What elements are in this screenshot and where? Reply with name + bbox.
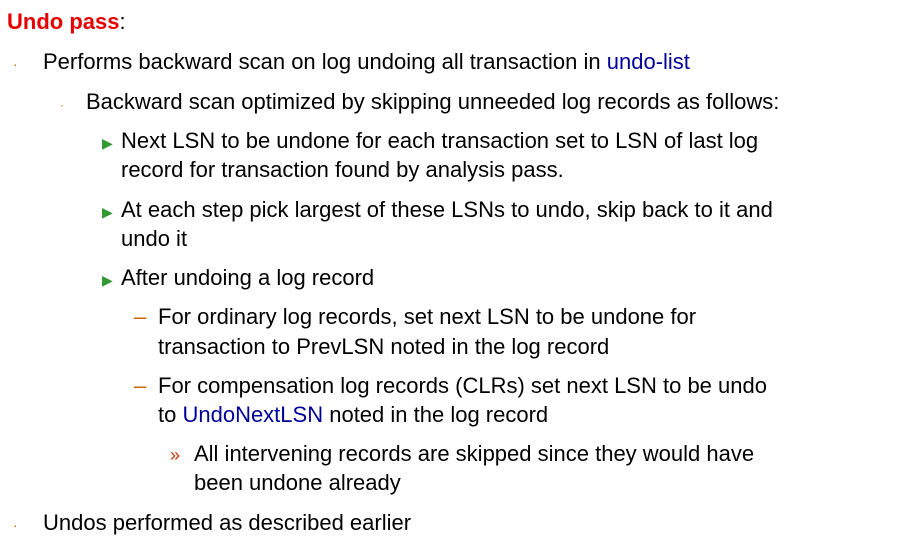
bullet-intervening-line1: All intervening records are skipped sinc… bbox=[194, 439, 754, 469]
bullet-text: record for transaction found by analysis… bbox=[121, 157, 564, 182]
bullet-at-each-step-line1: At each step pick largest of these LSNs … bbox=[121, 195, 773, 225]
bullet-after-undoing: After undoing a log record bbox=[121, 263, 374, 293]
bullet-level5-marker: » bbox=[170, 439, 180, 470]
bullet-level1-marker: · bbox=[13, 508, 18, 540]
bullet-text: After undoing a log record bbox=[121, 265, 375, 290]
bullet-next-lsn-line1: Next LSN to be undone for each transacti… bbox=[121, 126, 758, 156]
triangle-right-icon: ▶ bbox=[102, 272, 113, 288]
bullet-level1-marker: · bbox=[13, 47, 18, 79]
bullet-ordinary-line1: For ordinary log records, set next LSN t… bbox=[158, 302, 696, 332]
double-chevron-right-icon: » bbox=[170, 445, 181, 465]
bullet-compensation-line1: For compensation log records (CLRs) set … bbox=[158, 371, 767, 401]
bullet-text: At each step pick largest of these LSNs … bbox=[121, 197, 773, 222]
bullet-text: noted in the log record bbox=[323, 402, 549, 427]
triangle-right-icon: ▶ bbox=[102, 135, 113, 151]
bullet-level2-marker: · bbox=[60, 87, 64, 120]
bullet-text: For ordinary log records, set next LSN t… bbox=[158, 304, 697, 329]
bullet-next-lsn-line2: record for transaction found by analysis… bbox=[121, 155, 564, 185]
bullet-text: For compensation log records (CLRs) set … bbox=[158, 373, 767, 398]
bullet-dot-icon: · bbox=[60, 98, 64, 112]
dash-icon: – bbox=[134, 373, 147, 398]
bullet-backward-scan-optimized: Backward scan optimized by skipping unne… bbox=[86, 87, 779, 117]
bullet-text: to bbox=[158, 402, 183, 427]
bullet-level3-marker: ▶ bbox=[102, 263, 113, 295]
bullet-text: transaction to PrevLSN noted in the log … bbox=[158, 334, 610, 359]
bullet-level3-marker: ▶ bbox=[102, 126, 113, 158]
bullet-undos-performed: Undos performed as described earlier bbox=[43, 508, 411, 538]
bullet-text: Performs backward scan on log undoing al… bbox=[43, 49, 607, 74]
bullet-text: undo it bbox=[121, 226, 188, 251]
bullet-intervening-line2: been undone already bbox=[194, 468, 401, 498]
slide-title: Undo pass: bbox=[7, 7, 126, 37]
dash-icon: – bbox=[134, 304, 147, 329]
bullet-performs-backward-scan: Performs backward scan on log undoing al… bbox=[43, 47, 690, 77]
bullet-text: All intervening records are skipped sinc… bbox=[194, 441, 755, 466]
bullet-dot-icon: · bbox=[13, 56, 18, 72]
undo-next-lsn-link: UndoNextLSN bbox=[182, 402, 324, 427]
bullet-level4-marker: – bbox=[134, 371, 146, 401]
bullet-dot-icon: · bbox=[13, 517, 18, 533]
bullet-level3-marker: ▶ bbox=[102, 195, 113, 227]
bullet-level4-marker: – bbox=[134, 302, 146, 332]
title-label: Undo pass bbox=[7, 9, 120, 34]
title-colon: : bbox=[119, 9, 126, 34]
bullet-text: Next LSN to be undone for each transacti… bbox=[121, 128, 759, 153]
bullet-compensation-line2: to UndoNextLSN noted in the log record bbox=[158, 400, 548, 430]
bullet-text: Undos performed as described earlier bbox=[43, 510, 412, 535]
bullet-text: been undone already bbox=[194, 470, 401, 495]
bullet-text: Backward scan optimized by skipping unne… bbox=[86, 89, 780, 114]
bullet-ordinary-line2: transaction to PrevLSN noted in the log … bbox=[158, 332, 609, 362]
slide: { "title": { "label": "Undo pass", "colo… bbox=[0, 0, 905, 550]
undo-list-link: undo-list bbox=[606, 49, 690, 74]
triangle-right-icon: ▶ bbox=[102, 204, 113, 220]
bullet-at-each-step-line2: undo it bbox=[121, 224, 187, 254]
